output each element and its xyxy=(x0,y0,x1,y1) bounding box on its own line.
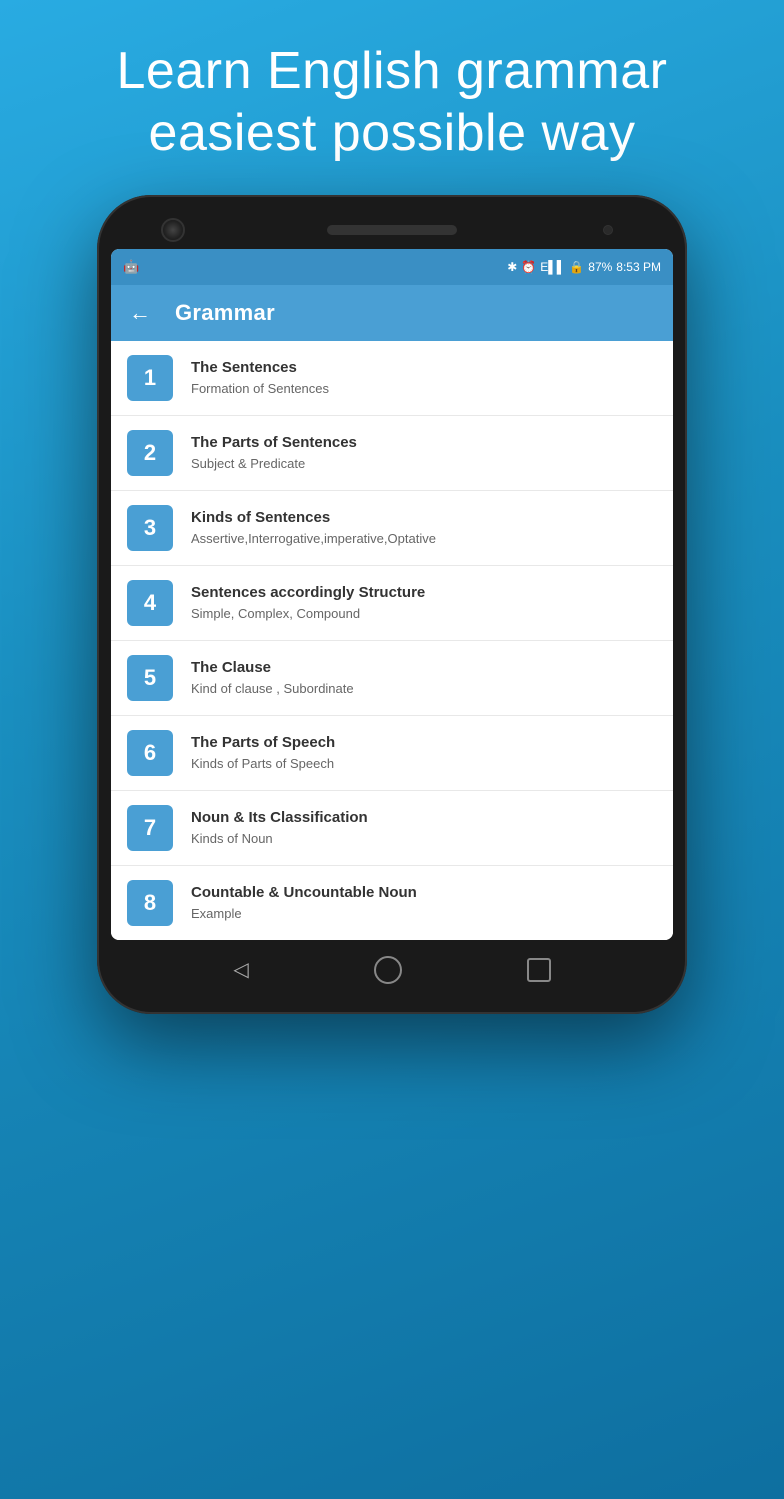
hero-line2: easiest possible way xyxy=(149,104,636,162)
grammar-list: 1 The Sentences Formation of Sentences 2… xyxy=(111,341,673,940)
item-title-1: The Sentences xyxy=(191,357,657,378)
item-subtitle-8: Example xyxy=(191,905,657,923)
item-number-4: 4 xyxy=(127,580,173,626)
signal-icon: E▌▌ xyxy=(540,260,565,274)
item-text-5: The Clause Kind of clause , Subordinate xyxy=(191,657,657,698)
phone-bottom: ◁ xyxy=(111,940,673,994)
item-subtitle-4: Simple, Complex, Compound xyxy=(191,605,657,623)
time-display: 8:53 PM xyxy=(616,260,661,274)
item-title-7: Noun & Its Classification xyxy=(191,807,657,828)
item-text-3: Kinds of Sentences Assertive,Interrogati… xyxy=(191,507,657,548)
item-number-2: 2 xyxy=(127,430,173,476)
item-number-5: 5 xyxy=(127,655,173,701)
item-title-8: Countable & Uncountable Noun xyxy=(191,882,657,903)
item-title-3: Kinds of Sentences xyxy=(191,507,657,528)
app-bar: ← Grammar xyxy=(111,285,673,341)
hero-line1: Learn English grammar xyxy=(117,42,668,100)
item-subtitle-3: Assertive,Interrogative,imperative,Optat… xyxy=(191,530,657,548)
item-number-7: 7 xyxy=(127,805,173,851)
alarm-icon: ⏰ xyxy=(521,260,536,274)
list-item[interactable]: 3 Kinds of Sentences Assertive,Interroga… xyxy=(111,491,673,566)
list-item[interactable]: 7 Noun & Its Classification Kinds of Nou… xyxy=(111,791,673,866)
item-number-1: 1 xyxy=(127,355,173,401)
item-title-5: The Clause xyxy=(191,657,657,678)
item-text-7: Noun & Its Classification Kinds of Noun xyxy=(191,807,657,848)
item-text-8: Countable & Uncountable Noun Example xyxy=(191,882,657,923)
phone-camera xyxy=(161,218,185,242)
item-title-6: The Parts of Speech xyxy=(191,732,657,753)
item-title-4: Sentences accordingly Structure xyxy=(191,582,657,603)
list-item[interactable]: 1 The Sentences Formation of Sentences xyxy=(111,341,673,416)
item-number-6: 6 xyxy=(127,730,173,776)
item-subtitle-6: Kinds of Parts of Speech xyxy=(191,755,657,773)
list-item[interactable]: 2 The Parts of Sentences Subject & Predi… xyxy=(111,416,673,491)
bluetooth-icon: ✱ xyxy=(507,260,517,274)
status-right: ✱ ⏰ E▌▌ 🔒 87% 8:53 PM xyxy=(507,260,661,274)
recents-nav-icon[interactable] xyxy=(527,958,551,982)
phone-screen: 🤖 ✱ ⏰ E▌▌ 🔒 87% 8:53 PM ← Grammar 1 The … xyxy=(111,249,673,940)
item-text-2: The Parts of Sentences Subject & Predica… xyxy=(191,432,657,473)
list-item[interactable]: 6 The Parts of Speech Kinds of Parts of … xyxy=(111,716,673,791)
item-subtitle-2: Subject & Predicate xyxy=(191,455,657,473)
app-title: Grammar xyxy=(175,300,275,326)
status-bar: 🤖 ✱ ⏰ E▌▌ 🔒 87% 8:53 PM xyxy=(111,249,673,285)
status-left: 🤖 xyxy=(123,259,139,275)
battery-percent: 87% xyxy=(588,260,612,274)
lock-icon: 🔒 xyxy=(569,260,584,274)
phone-sensor xyxy=(603,225,613,235)
back-button[interactable]: ← xyxy=(129,300,151,326)
item-text-1: The Sentences Formation of Sentences xyxy=(191,357,657,398)
item-text-4: Sentences accordingly Structure Simple, … xyxy=(191,582,657,623)
list-item[interactable]: 5 The Clause Kind of clause , Subordinat… xyxy=(111,641,673,716)
phone-speaker xyxy=(327,225,457,235)
item-subtitle-5: Kind of clause , Subordinate xyxy=(191,680,657,698)
item-subtitle-7: Kinds of Noun xyxy=(191,830,657,848)
home-nav-icon[interactable] xyxy=(374,956,402,984)
phone-top xyxy=(111,215,673,249)
item-title-2: The Parts of Sentences xyxy=(191,432,657,453)
item-number-8: 8 xyxy=(127,880,173,926)
item-number-3: 3 xyxy=(127,505,173,551)
back-nav-icon[interactable]: ◁ xyxy=(233,957,248,982)
android-icon: 🤖 xyxy=(123,259,139,275)
phone-mockup: 🤖 ✱ ⏰ E▌▌ 🔒 87% 8:53 PM ← Grammar 1 The … xyxy=(97,195,687,1014)
hero-section: Learn English grammar easiest possible w… xyxy=(57,0,728,195)
item-text-6: The Parts of Speech Kinds of Parts of Sp… xyxy=(191,732,657,773)
item-subtitle-1: Formation of Sentences xyxy=(191,380,657,398)
list-item[interactable]: 4 Sentences accordingly Structure Simple… xyxy=(111,566,673,641)
list-item[interactable]: 8 Countable & Uncountable Noun Example xyxy=(111,866,673,940)
